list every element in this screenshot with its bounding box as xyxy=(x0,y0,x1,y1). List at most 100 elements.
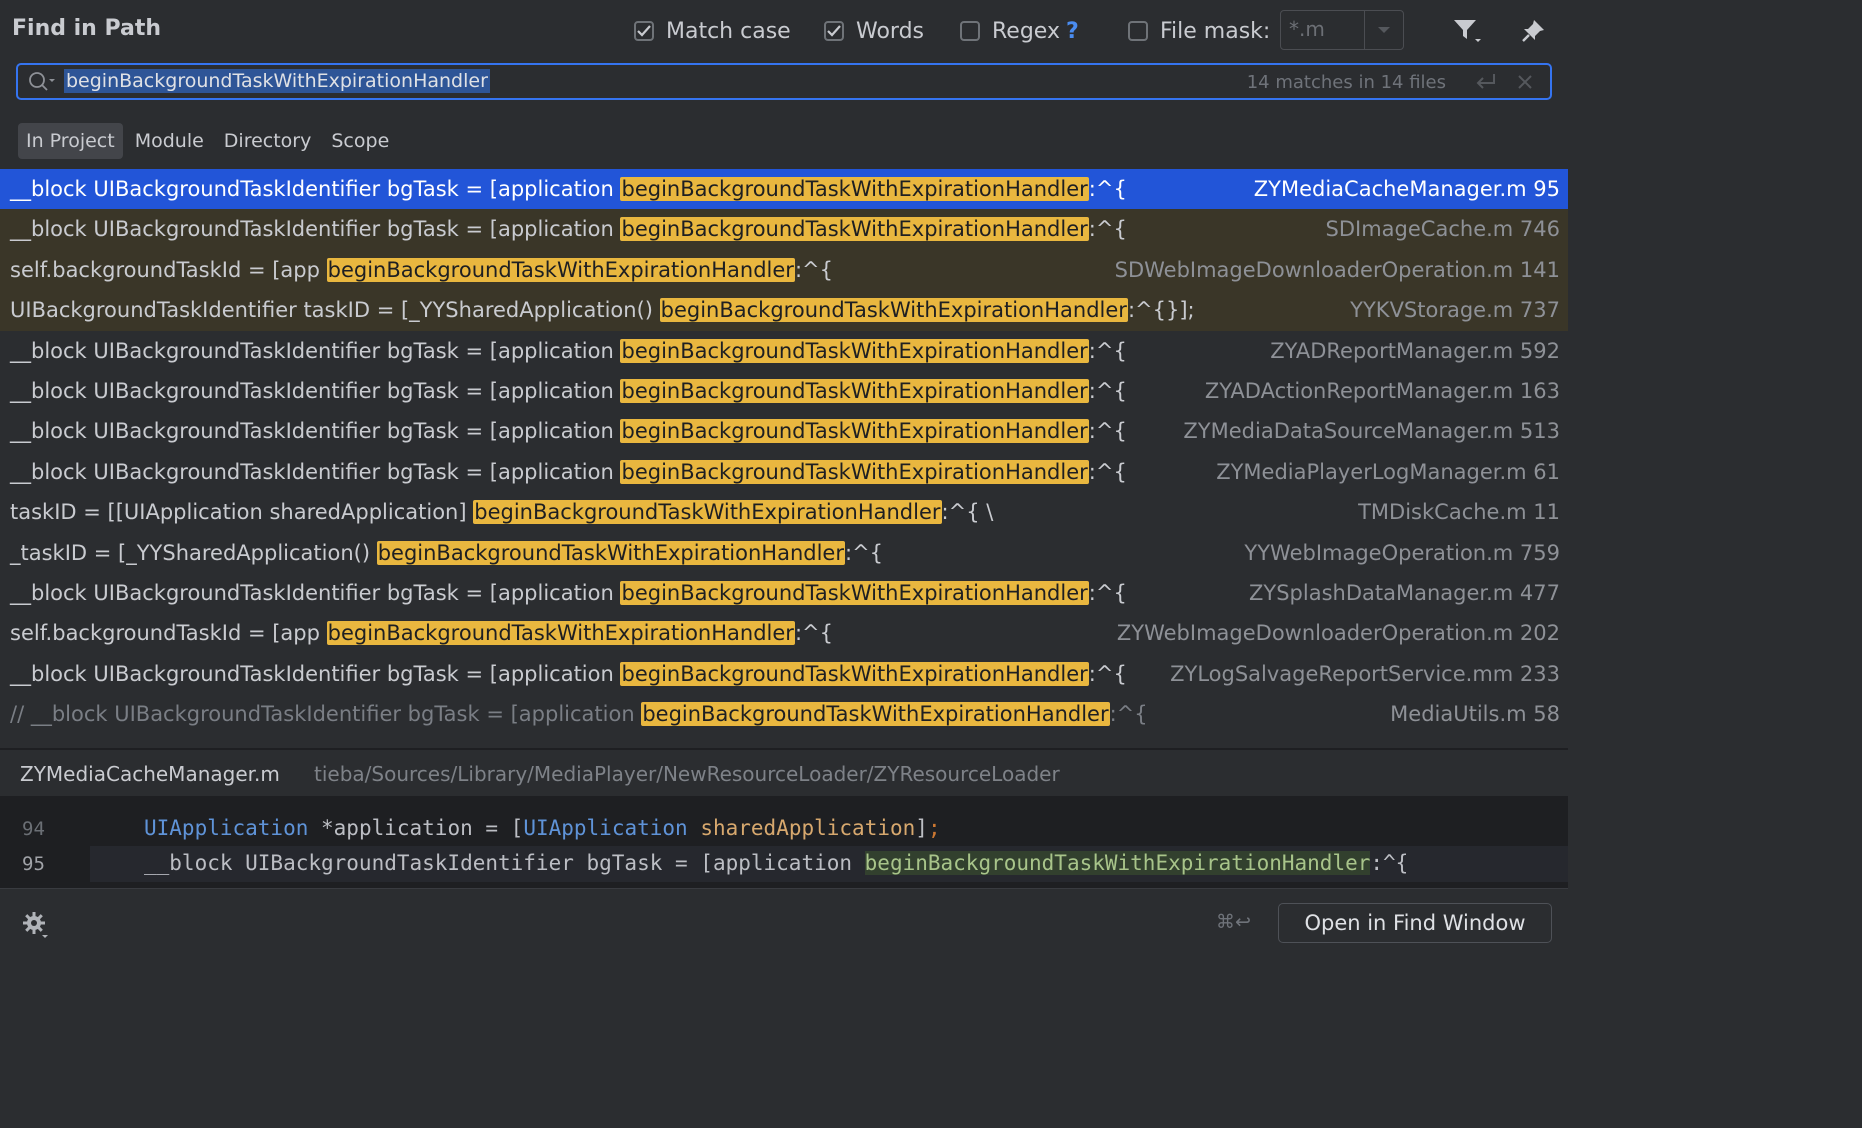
result-row[interactable]: __block UIBackgroundTaskIdentifier bgTas… xyxy=(0,331,1568,371)
result-code: self.backgroundTaskId = [app beginBackgr… xyxy=(10,250,833,290)
result-row[interactable]: __block UIBackgroundTaskIdentifier bgTas… xyxy=(0,371,1568,411)
line-number-current: 95 xyxy=(22,853,45,875)
result-row[interactable]: __block UIBackgroundTaskIdentifier bgTas… xyxy=(0,411,1568,451)
result-code: __block UIBackgroundTaskIdentifier bgTas… xyxy=(10,169,1127,209)
match-case-option[interactable]: Match case xyxy=(634,16,791,46)
result-code: // __block UIBackgroundTaskIdentifier bg… xyxy=(10,694,1148,734)
tab-directory[interactable]: Directory xyxy=(216,123,320,159)
result-code-suffix: :^{ xyxy=(1088,661,1127,686)
tab-scope[interactable]: Scope xyxy=(323,123,397,159)
result-code-prefix: self.backgroundTaskId = [app xyxy=(10,257,327,282)
result-code: __block UIBackgroundTaskIdentifier bgTas… xyxy=(10,331,1127,371)
result-code: self.backgroundTaskId = [app beginBackgr… xyxy=(10,613,833,653)
file-mask-combobox[interactable]: *.m xyxy=(1280,10,1404,50)
code-token: sharedApplication xyxy=(700,816,916,840)
dialog-footer: ⌘↩ Open in Find Window xyxy=(0,888,1568,950)
result-row[interactable]: self.backgroundTaskId = [app beginBackgr… xyxy=(0,249,1568,291)
result-code: __block UIBackgroundTaskIdentifier bgTas… xyxy=(10,654,1127,694)
result-row[interactable]: __block UIBackgroundTaskIdentifier bgTas… xyxy=(0,169,1568,210)
result-match-highlight: beginBackgroundTaskWithExpirationHandler xyxy=(620,378,1089,403)
result-code: taskID = [[UIApplication sharedApplicati… xyxy=(10,492,993,532)
words-checkbox[interactable] xyxy=(824,21,844,41)
result-row[interactable]: // __block UIBackgroundTaskIdentifier bg… xyxy=(0,694,1568,734)
result-row[interactable]: __block UIBackgroundTaskIdentifier bgTas… xyxy=(0,452,1568,492)
tab-in-project[interactable]: In Project xyxy=(18,123,123,159)
search-field[interactable]: beginBackgroundTaskWithExpirationHandler… xyxy=(16,63,1552,100)
result-code-suffix: :^{ xyxy=(1088,580,1127,605)
search-icon[interactable] xyxy=(28,71,58,97)
settings-gear-icon[interactable] xyxy=(22,911,50,943)
result-row[interactable]: __block UIBackgroundTaskIdentifier bgTas… xyxy=(0,654,1568,694)
file-mask-value[interactable]: *.m xyxy=(1281,11,1364,49)
file-mask-option[interactable]: File mask: xyxy=(1128,16,1270,46)
match-count: 14 matches in 14 files xyxy=(1246,72,1446,93)
result-code-prefix: __block UIBackgroundTaskIdentifier bgTas… xyxy=(10,580,621,605)
preview-header: ZYMediaCacheManager.m tieba/Sources/Libr… xyxy=(0,750,1568,796)
result-code-suffix: :^{}]; xyxy=(1127,298,1195,323)
words-label: Words xyxy=(856,18,925,44)
result-row[interactable]: taskID = [[UIApplication sharedApplicati… xyxy=(0,492,1568,532)
search-input[interactable]: beginBackgroundTaskWithExpirationHandler xyxy=(64,69,490,93)
result-match-highlight: beginBackgroundTaskWithExpirationHandler xyxy=(326,257,795,282)
dropdown-arrow-icon[interactable] xyxy=(1364,11,1403,49)
line-number: 94 xyxy=(22,818,45,840)
result-match-highlight: beginBackgroundTaskWithExpirationHandler xyxy=(620,661,1089,686)
code-preview[interactable]: 94 UIApplication *application = [UIAppli… xyxy=(0,796,1568,888)
result-code-prefix: __block UIBackgroundTaskIdentifier bgTas… xyxy=(10,177,621,201)
result-file-location: ZYADActionReportManager.m 163 xyxy=(1204,378,1560,403)
result-code: __block UIBackgroundTaskIdentifier bgTas… xyxy=(10,573,1127,613)
result-file-location: YYKVStorage.m 737 xyxy=(1350,298,1560,323)
result-row[interactable]: __block UIBackgroundTaskIdentifier bgTas… xyxy=(0,573,1568,613)
result-match-highlight: beginBackgroundTaskWithExpirationHandler xyxy=(641,702,1110,727)
result-match-highlight: beginBackgroundTaskWithExpirationHandler xyxy=(620,459,1089,484)
result-code-prefix: __block UIBackgroundTaskIdentifier bgTas… xyxy=(10,217,621,242)
file-mask-checkbox[interactable] xyxy=(1128,21,1148,41)
result-code: __block UIBackgroundTaskIdentifier bgTas… xyxy=(10,371,1127,411)
result-row[interactable]: UIBackgroundTaskIdentifier taskID = [_YY… xyxy=(0,290,1568,331)
code-token: UIApplication xyxy=(144,816,309,840)
result-row[interactable]: _taskID = [_YYSharedApplication() beginB… xyxy=(0,533,1568,573)
match-case-checkbox[interactable] xyxy=(634,21,654,41)
result-code-suffix: :^{ xyxy=(1088,419,1127,444)
file-mask-label: File mask: xyxy=(1160,18,1271,44)
result-match-highlight: beginBackgroundTaskWithExpirationHandler xyxy=(620,419,1089,444)
result-match-highlight: beginBackgroundTaskWithExpirationHandler xyxy=(326,621,795,646)
result-file-location: ZYLogSalvageReportService.mm 233 xyxy=(1170,661,1560,686)
result-match-highlight: beginBackgroundTaskWithExpirationHandler xyxy=(620,580,1089,605)
result-match-highlight: beginBackgroundTaskWithExpirationHandler xyxy=(620,217,1089,242)
result-file-location: YYWebImageOperation.m 759 xyxy=(1244,540,1560,565)
result-file-location: ZYSplashDataManager.m 477 xyxy=(1249,580,1560,605)
result-code-suffix: :^{ xyxy=(1088,338,1127,363)
preview-file-path: tieba/Sources/Library/MediaPlayer/NewRes… xyxy=(314,762,1060,786)
filter-icon[interactable] xyxy=(1450,14,1484,48)
result-row[interactable]: __block UIBackgroundTaskIdentifier bgTas… xyxy=(0,209,1568,250)
regex-option[interactable]: Regex ? xyxy=(960,16,1079,46)
newline-icon[interactable] xyxy=(1474,71,1498,97)
open-in-find-window-button[interactable]: Open in Find Window xyxy=(1278,903,1552,943)
words-option[interactable]: Words xyxy=(824,16,924,46)
code-token: ] xyxy=(915,816,928,840)
result-code-prefix: __block UIBackgroundTaskIdentifier bgTas… xyxy=(10,459,621,484)
result-match-highlight: beginBackgroundTaskWithExpirationHandler xyxy=(376,540,845,565)
result-code: UIBackgroundTaskIdentifier taskID = [_YY… xyxy=(10,290,1195,330)
result-row[interactable]: self.backgroundTaskId = [app beginBackgr… xyxy=(0,613,1568,653)
code-match-highlight: beginBackgroundTaskWithExpirationHandler xyxy=(864,851,1371,875)
result-file-location: ZYMediaCacheManager.m 95 xyxy=(1253,177,1560,201)
regex-checkbox[interactable] xyxy=(960,21,980,41)
tab-module[interactable]: Module xyxy=(127,123,212,159)
clear-icon[interactable] xyxy=(1514,71,1536,97)
result-code-suffix: :^{ xyxy=(1109,702,1148,727)
result-code-suffix: :^{ xyxy=(1088,459,1127,484)
code-token: :^{ xyxy=(1370,851,1409,875)
result-file-location: ZYADReportManager.m 592 xyxy=(1270,338,1560,363)
result-code-prefix: __block UIBackgroundTaskIdentifier bgTas… xyxy=(10,661,621,686)
result-code-suffix: :^{ xyxy=(1088,378,1127,403)
result-code-suffix: :^{ xyxy=(794,621,833,646)
regex-help-link[interactable]: ? xyxy=(1066,19,1079,44)
regex-label: Regex xyxy=(992,18,1060,44)
result-file-location: SDWebImageDownloaderOperation.m 141 xyxy=(1114,257,1560,282)
result-code: __block UIBackgroundTaskIdentifier bgTas… xyxy=(10,411,1127,451)
code-token: *application = [ xyxy=(308,816,524,840)
pin-icon[interactable] xyxy=(1516,14,1550,48)
